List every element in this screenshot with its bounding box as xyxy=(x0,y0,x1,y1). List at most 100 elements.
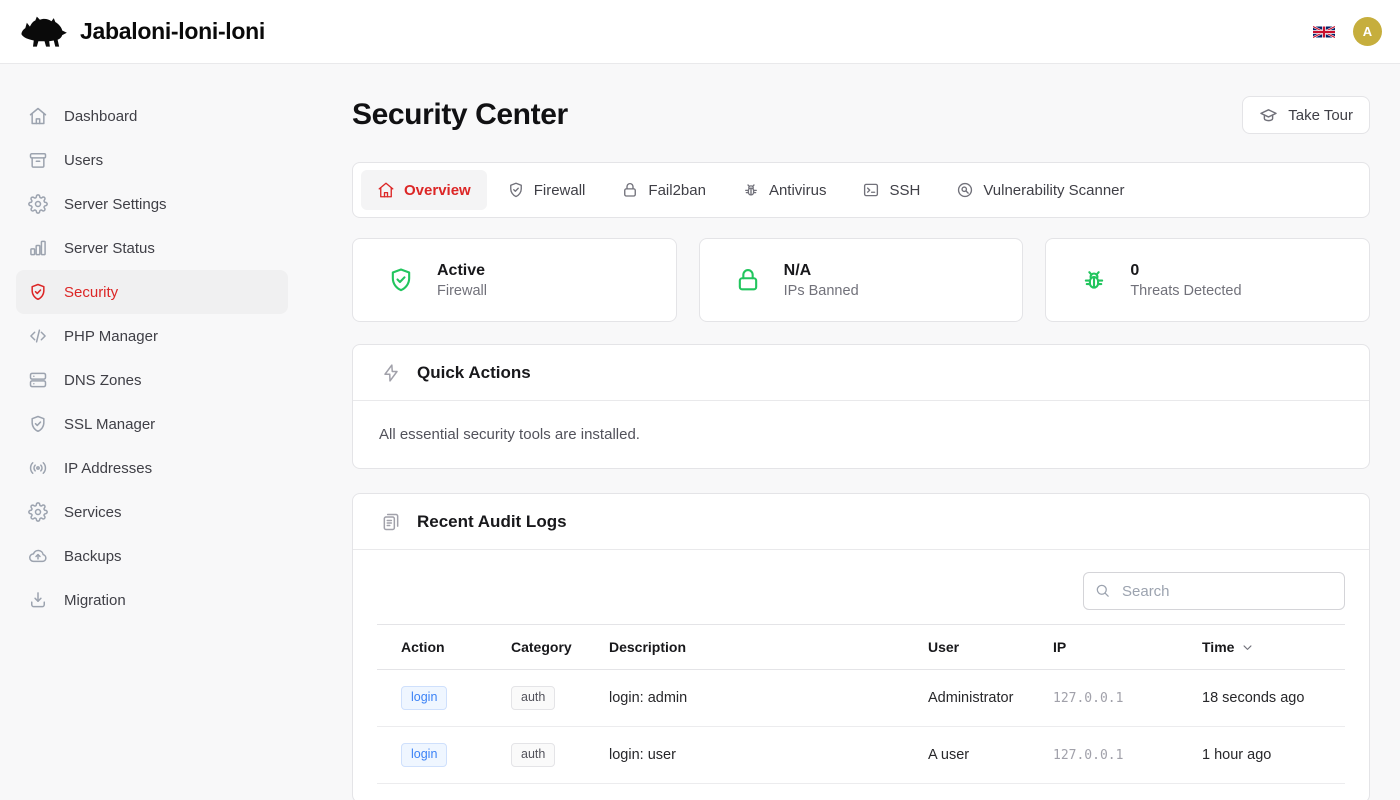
status-label: Threats Detected xyxy=(1130,283,1241,299)
ip-cell: 127.0.0.1 xyxy=(1029,691,1178,706)
user-cell: A user xyxy=(904,747,1029,763)
app-logo[interactable]: Jabaloni-loni-loni xyxy=(18,12,265,52)
sidebar-item-label: Services xyxy=(64,504,122,521)
home-icon xyxy=(28,106,48,126)
sidebar-item-migration[interactable]: Migration xyxy=(16,578,288,622)
home-icon xyxy=(377,181,395,199)
sidebar-item-security[interactable]: Security xyxy=(16,270,288,314)
quick-actions-message: All essential security tools are install… xyxy=(353,401,1369,468)
sidebar-item-dns-zones[interactable]: DNS Zones xyxy=(16,358,288,402)
tab-overview[interactable]: Overview xyxy=(361,170,487,210)
bug-icon xyxy=(742,181,760,199)
scan-icon xyxy=(956,181,974,199)
column-label: Category xyxy=(511,639,572,655)
column-label: Time xyxy=(1202,639,1234,655)
column-header-time[interactable]: Time xyxy=(1178,639,1345,655)
boar-logo-icon xyxy=(18,12,68,52)
sidebar-item-server-status[interactable]: Server Status xyxy=(16,226,288,270)
sidebar-item-label: Migration xyxy=(64,592,126,609)
sidebar-item-services[interactable]: Services xyxy=(16,490,288,534)
status-card-threats-detected: 0 Threats Detected xyxy=(1045,238,1370,322)
sidebar-item-label: IP Addresses xyxy=(64,460,152,477)
audit-logs-card: Recent Audit Logs ActionCategoryDescript… xyxy=(352,493,1370,800)
sidebar-item-label: DNS Zones xyxy=(64,372,142,389)
terminal-icon xyxy=(862,181,880,199)
shield-check-icon xyxy=(507,181,525,199)
audit-logs-table: Action Category DescriptionUser IP Time logi… xyxy=(377,624,1345,784)
tab-ssh[interactable]: SSH xyxy=(846,170,936,210)
status-card-ips-banned: N/A IPs Banned xyxy=(699,238,1024,322)
status-card-firewall: Active Firewall xyxy=(352,238,677,322)
column-header-category[interactable]: Category xyxy=(487,639,585,655)
gear-icon xyxy=(28,194,48,214)
server-icon xyxy=(28,370,48,390)
shield-check-icon xyxy=(28,282,48,302)
sidebar-item-dashboard[interactable]: Dashboard xyxy=(16,94,288,138)
bar-chart-icon xyxy=(28,238,48,258)
time-cell: 1 hour ago xyxy=(1178,747,1345,763)
status-label: IPs Banned xyxy=(784,283,859,299)
sidebar-item-ip-addresses[interactable]: IP Addresses xyxy=(16,446,288,490)
main-content: Security Center Take Tour OverviewFirewa… xyxy=(304,64,1400,800)
quick-actions-card: Quick Actions All essential security too… xyxy=(352,344,1370,469)
user-avatar[interactable]: A xyxy=(1353,17,1382,46)
lock-icon xyxy=(621,181,639,199)
user-cell: Administrator xyxy=(904,690,1029,706)
table-row: loginauthlogin: adminAdministrator127.0.… xyxy=(377,670,1345,727)
tab-label: SSH xyxy=(889,182,920,199)
action-badge: login xyxy=(401,686,447,710)
table-body: loginauthlogin: adminAdministrator127.0.… xyxy=(377,670,1345,784)
app-title: Jabaloni-loni-loni xyxy=(80,18,265,45)
column-label: Action xyxy=(401,639,445,655)
quick-actions-title: Quick Actions xyxy=(417,363,531,383)
top-header: Jabaloni-loni-loni A xyxy=(0,0,1400,64)
category-badge: auth xyxy=(511,743,555,767)
column-header-user[interactable]: User xyxy=(904,639,1029,655)
column-header-description[interactable]: Description xyxy=(585,639,904,655)
sidebar-item-label: SSL Manager xyxy=(64,416,155,433)
tab-label: Vulnerability Scanner xyxy=(983,182,1124,199)
column-header-action[interactable]: Action xyxy=(377,639,487,655)
security-tabs: Overview Firewall Fail2ban Antivirus SSH Vuln… xyxy=(352,162,1370,218)
tab-antivirus[interactable]: Antivirus xyxy=(726,170,843,210)
tab-vulnerability-scanner[interactable]: Vulnerability Scanner xyxy=(940,170,1140,210)
search-input[interactable] xyxy=(1083,572,1345,610)
tab-label: Overview xyxy=(404,182,471,199)
table-row: loginauthlogin: userA user127.0.0.11 hou… xyxy=(377,727,1345,784)
tab-label: Firewall xyxy=(534,182,586,199)
chevron-down-icon xyxy=(1240,640,1255,655)
sidebar-item-label: Dashboard xyxy=(64,108,137,125)
graduation-cap-icon xyxy=(1259,106,1278,125)
sidebar-item-label: PHP Manager xyxy=(64,328,158,345)
status-value: 0 xyxy=(1130,262,1241,280)
status-cards: Active FirewallN/A IPs Banned0 Threats D… xyxy=(352,238,1370,322)
sidebar-nav: Dashboard Users Server Settings Server Stat… xyxy=(0,64,304,800)
status-value: Active xyxy=(437,262,487,280)
tab-fail2ban[interactable]: Fail2ban xyxy=(605,170,722,210)
cloud-upload-icon xyxy=(28,546,48,566)
take-tour-button[interactable]: Take Tour xyxy=(1242,96,1370,134)
time-cell: 18 seconds ago xyxy=(1178,690,1345,706)
search-icon xyxy=(1094,582,1111,599)
download-icon xyxy=(28,590,48,610)
sidebar-item-users[interactable]: Users xyxy=(16,138,288,182)
sidebar-item-server-settings[interactable]: Server Settings xyxy=(16,182,288,226)
sidebar-item-label: Server Status xyxy=(64,240,155,257)
tab-firewall[interactable]: Firewall xyxy=(491,170,602,210)
take-tour-label: Take Tour xyxy=(1288,107,1353,124)
column-header-ip[interactable]: IP xyxy=(1029,639,1178,655)
sidebar-item-backups[interactable]: Backups xyxy=(16,534,288,578)
drawer-icon xyxy=(28,150,48,170)
bug-icon xyxy=(1080,266,1108,294)
sidebar-item-label: Users xyxy=(64,152,103,169)
status-label: Firewall xyxy=(437,283,487,299)
tab-label: Antivirus xyxy=(769,182,827,199)
shield-check-icon xyxy=(28,414,48,434)
column-label: IP xyxy=(1053,639,1066,655)
sidebar-item-ssl-manager[interactable]: SSL Manager xyxy=(16,402,288,446)
gear-icon xyxy=(28,502,48,522)
sidebar-item-php-manager[interactable]: PHP Manager xyxy=(16,314,288,358)
tab-label: Fail2ban xyxy=(648,182,706,199)
description-cell: login: user xyxy=(585,747,904,763)
language-flag-icon[interactable] xyxy=(1313,24,1335,40)
